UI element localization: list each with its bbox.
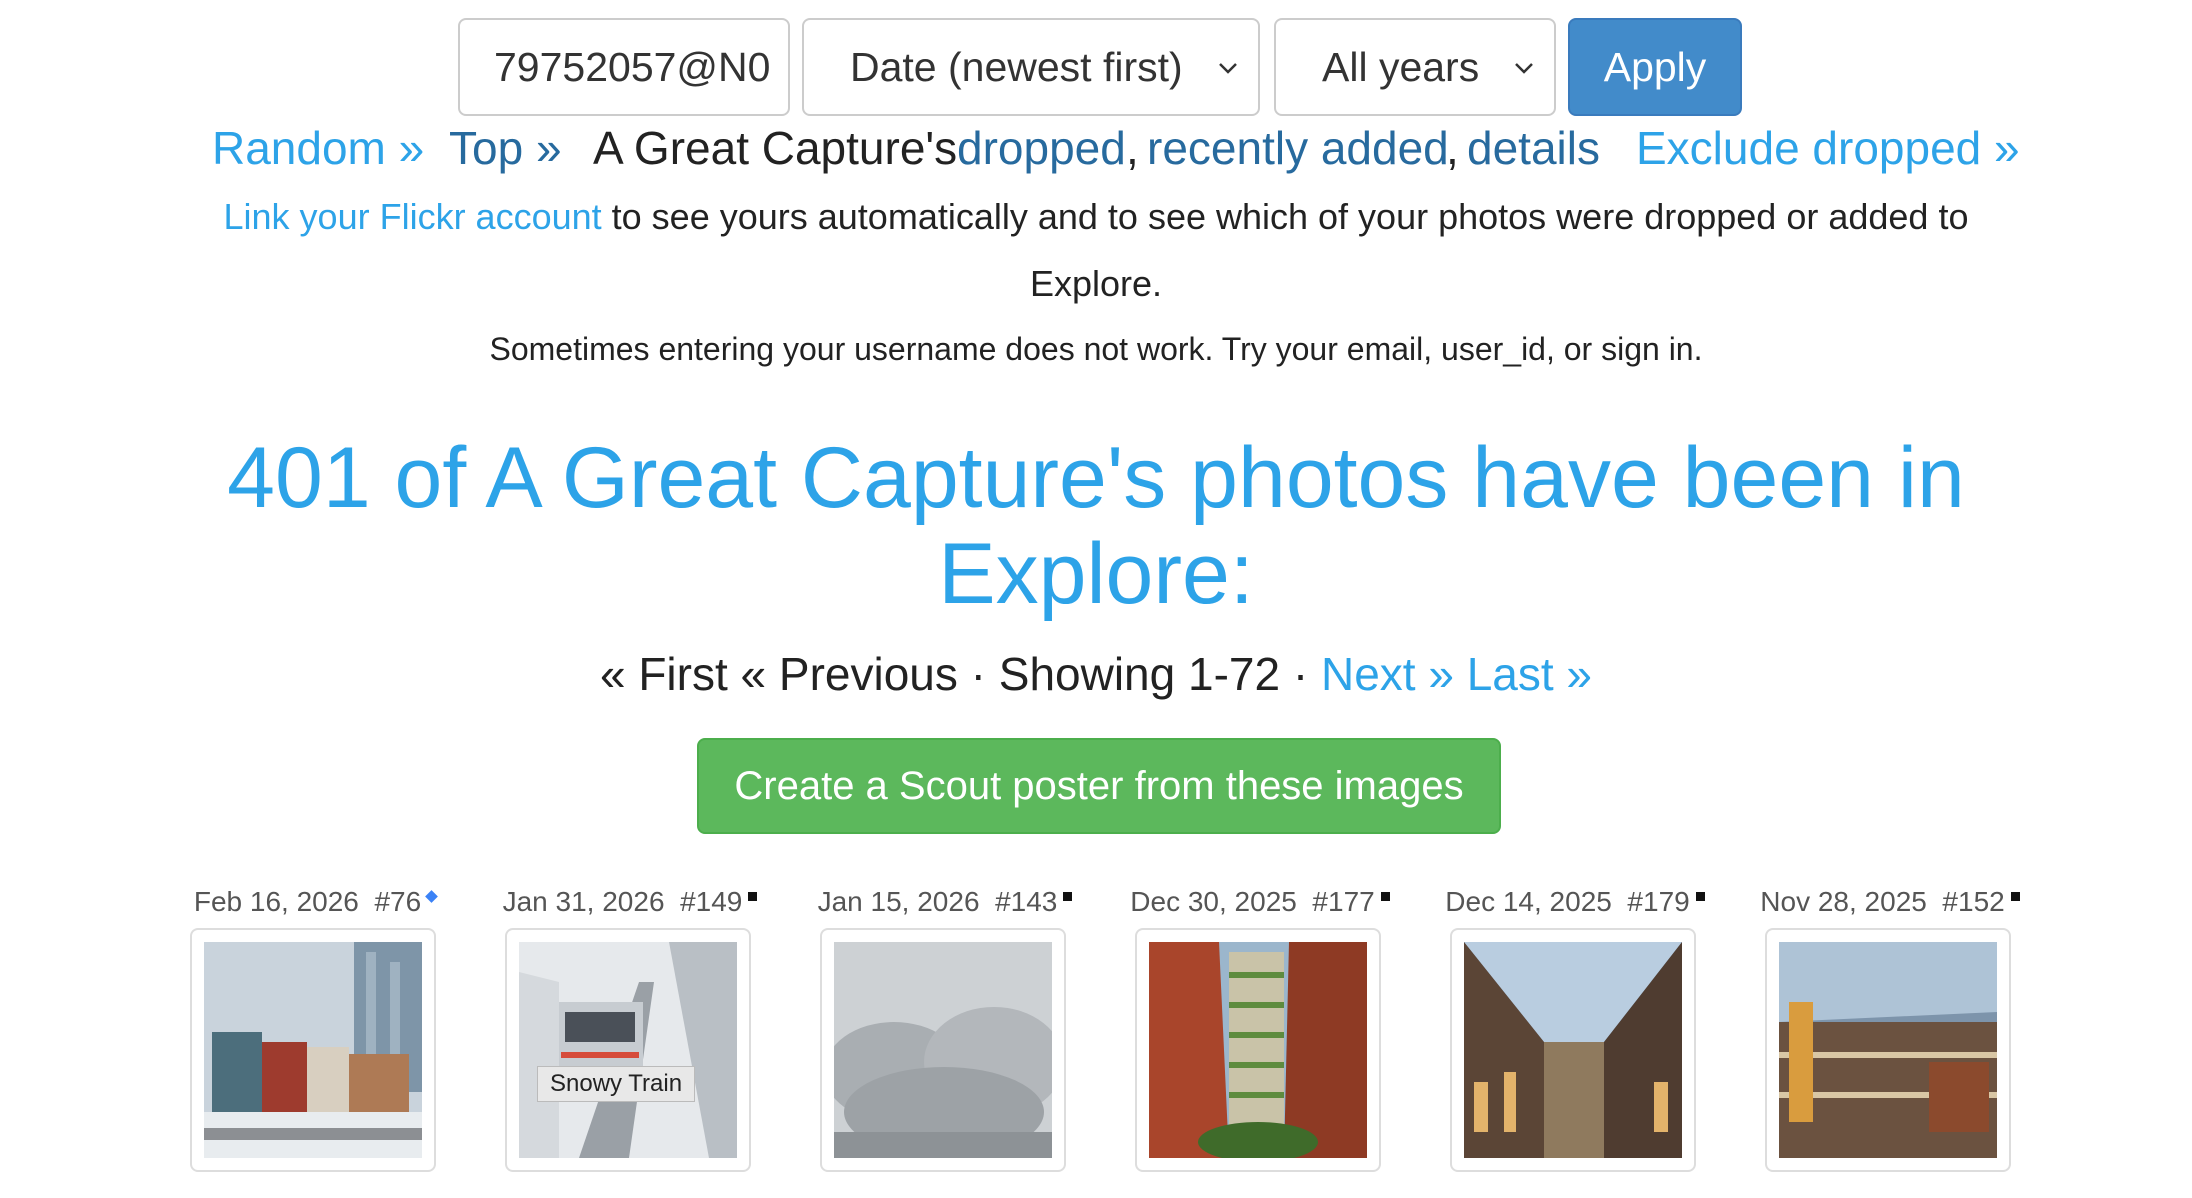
photo-date: Dec 14, 2025 [1445, 886, 1612, 917]
page-title: 401 of A Great Capture's photos have bee… [200, 430, 1992, 622]
black-square-icon [1063, 892, 1073, 901]
photo-thumbnail[interactable] [1450, 928, 1696, 1172]
photo-date: Dec 30, 2025 [1130, 886, 1297, 917]
separator: , [1126, 122, 1139, 174]
thumbnail-image [519, 942, 737, 1158]
last-link[interactable]: Last » [1467, 648, 1592, 700]
photo-rank: #152 [1942, 886, 2005, 917]
link-account-message: Link your Flickr account to see yours au… [0, 192, 2192, 242]
photo-rank: #177 [1312, 886, 1375, 917]
thumbnail-image [1779, 942, 1997, 1158]
black-square-icon [748, 892, 758, 901]
year-select[interactable]: All years [1274, 18, 1556, 116]
photo-thumbnail[interactable] [820, 928, 1066, 1172]
thumbnail-image [834, 942, 1052, 1158]
random-link[interactable]: Random » [212, 118, 424, 178]
photo-date: Feb 16, 2026 [193, 886, 359, 917]
sort-select-value: Date (newest first) [850, 43, 1183, 90]
thumbnail-image [204, 942, 422, 1158]
photo-caption: Jan 15, 2026 #143 [810, 884, 1080, 920]
thumbnail-image [1149, 942, 1367, 1158]
details-link[interactable]: details [1467, 118, 1600, 178]
blue-diamond-icon [425, 890, 439, 903]
photo-caption: Nov 28, 2025 #152 [1755, 884, 2025, 920]
photo-caption: Jan 31, 2026 #149 [495, 884, 765, 920]
nav-links: Random » Top » A Great Capture's dropped… [0, 118, 2192, 178]
recently-added-link[interactable]: recently added [1147, 118, 1449, 178]
link-account-message-end: Explore. [1029, 263, 1163, 304]
create-poster-button[interactable]: Create a Scout poster from these images [697, 738, 1501, 834]
photo-caption: Feb 16, 2026 #76 [180, 884, 450, 920]
photo-title-tooltip: Snowy Train [537, 1066, 696, 1102]
owner-label: A Great Capture's [593, 122, 958, 174]
separator: , [1446, 122, 1459, 174]
page-title-line2: Explore: [938, 526, 1254, 622]
showing-label: Showing 1-72 [998, 648, 1281, 700]
photo-rank: #179 [1627, 886, 1690, 917]
top-link[interactable]: Top » [449, 118, 562, 178]
pagination: « First « Previous · Showing 1-72 · Next… [0, 644, 2192, 704]
separator: · [1292, 648, 1309, 700]
photo-date: Jan 15, 2026 [817, 886, 980, 917]
chevron-down-icon [1515, 63, 1533, 74]
chevron-down-icon [1219, 63, 1237, 74]
dropped-link[interactable]: dropped [957, 118, 1126, 178]
photo-thumbnail[interactable] [1765, 928, 2011, 1172]
filter-bar: 79752057@N0 Date (newest first) All year… [0, 18, 2192, 118]
photo-date: Jan 31, 2026 [502, 886, 665, 917]
page-title-line1: 401 of A Great Capture's photos have bee… [227, 430, 1965, 526]
photo-thumbnail[interactable] [190, 928, 436, 1172]
username-hint: Sometimes entering your username does no… [489, 331, 1703, 367]
separator: · [970, 648, 986, 700]
previous-label: « Previous [740, 648, 958, 700]
year-select-value: All years [1322, 43, 1480, 90]
link-flickr-account-link[interactable]: Link your Flickr account [224, 196, 602, 237]
black-square-icon [1380, 892, 1390, 901]
photo-rank: #143 [995, 886, 1058, 917]
photo-caption: Dec 30, 2025 #177 [1125, 884, 1395, 920]
next-link[interactable]: Next » [1321, 648, 1454, 700]
first-label: « First [599, 648, 728, 700]
photo-thumbnail[interactable]: Snowy Train [505, 928, 751, 1172]
black-square-icon [1695, 892, 1705, 901]
apply-button[interactable]: Apply [1568, 18, 1742, 116]
thumbnail-image [1464, 942, 1682, 1158]
user-id-value: 79752057@N0 [494, 43, 771, 90]
user-id-input[interactable]: 79752057@N0 [458, 18, 790, 116]
photo-rank: #149 [680, 886, 743, 917]
black-square-icon [2010, 892, 2020, 901]
photo-thumbnail[interactable] [1135, 928, 1381, 1172]
exclude-dropped-link[interactable]: Exclude dropped » [1636, 118, 2020, 178]
photo-rank: #76 [374, 886, 422, 917]
sort-select[interactable]: Date (newest first) [802, 18, 1260, 116]
link-account-text: to see yours automatically and to see wh… [611, 196, 1969, 237]
photo-caption: Dec 14, 2025 #179 [1440, 884, 1710, 920]
photo-date: Nov 28, 2025 [1760, 886, 1927, 917]
